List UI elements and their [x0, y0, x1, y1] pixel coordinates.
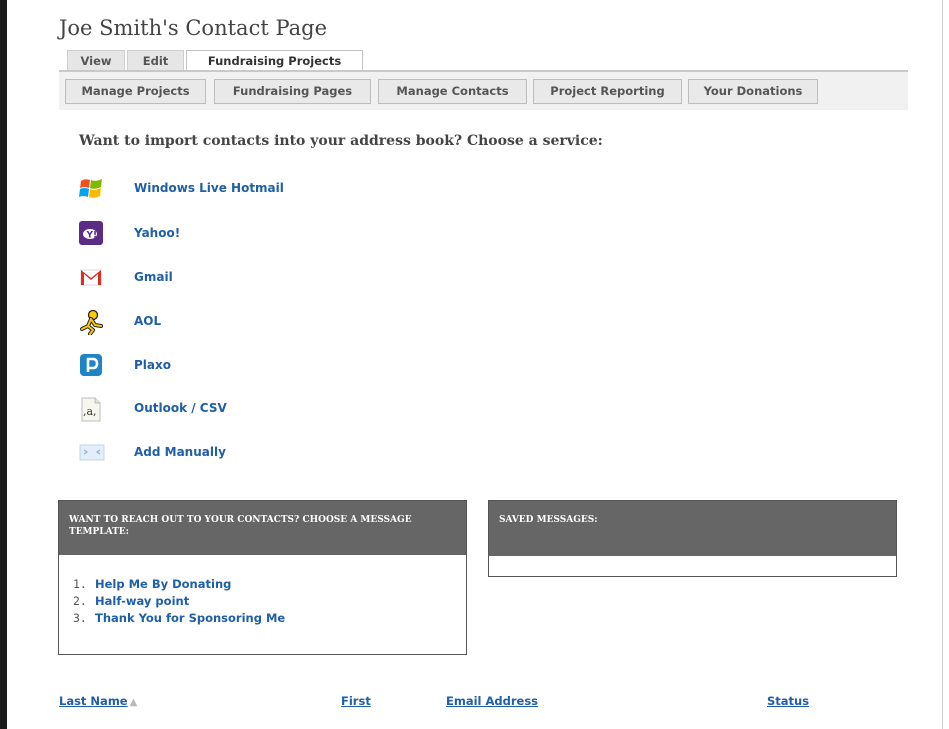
service-label: Plaxo: [134, 358, 171, 372]
service-label: Outlook / CSV: [134, 401, 227, 415]
list-item: 2. Half-way point: [73, 593, 285, 610]
template-link-half-way-point[interactable]: Half-way point: [95, 594, 189, 608]
list-number: 1.: [73, 577, 87, 591]
windows-icon: [79, 176, 103, 200]
tab-view[interactable]: View: [67, 50, 125, 71]
saved-messages-panel: SAVED MESSAGES:: [488, 500, 897, 577]
envelope-icon: [79, 440, 105, 464]
list-item: 1. Help Me By Donating: [73, 576, 285, 593]
tab-edit[interactable]: Edit: [127, 50, 184, 71]
list-item: 3. Thank You for Sponsoring Me: [73, 610, 285, 627]
column-header-first[interactable]: First: [341, 694, 371, 708]
page-title: Joe Smith's Contact Page: [59, 16, 328, 40]
manage-projects-button[interactable]: Manage Projects: [65, 79, 206, 104]
svg-text:Y!: Y!: [86, 231, 98, 241]
template-link-help-me-by-donating[interactable]: Help Me By Donating: [95, 577, 231, 591]
gmail-icon: [79, 265, 103, 289]
plaxo-icon: [79, 353, 103, 377]
template-list: 1. Help Me By Donating 2. Half-way point 3…: [73, 576, 285, 627]
fundraising-pages-button[interactable]: Fundraising Pages: [214, 79, 371, 104]
import-heading: Want to import contacts into your addres…: [79, 133, 603, 149]
template-link-thank-you-for-sponsoring-me[interactable]: Thank You for Sponsoring Me: [95, 611, 285, 625]
column-header-last-name[interactable]: Last Name ▲: [59, 694, 137, 708]
service-label: Windows Live Hotmail: [134, 181, 284, 195]
outlook-csv-icon: ,a,: [79, 396, 103, 422]
manage-contacts-button[interactable]: Manage Contacts: [378, 79, 527, 104]
column-header-status[interactable]: Status: [767, 694, 809, 708]
your-donations-button[interactable]: Your Donations: [688, 79, 818, 104]
panel-heading: WANT TO REACH OUT TO YOUR CONTACTS? CHOO…: [59, 501, 466, 555]
list-number: 2.: [73, 594, 87, 608]
right-page-border: [942, 0, 943, 729]
sort-ascending-icon: ▲: [129, 697, 138, 708]
message-templates-panel: WANT TO REACH OUT TO YOUR CONTACTS? CHOO…: [58, 500, 467, 655]
service-label: Add Manually: [134, 445, 226, 459]
aol-icon: [79, 309, 103, 336]
tab-fundraising-projects[interactable]: Fundraising Projects: [186, 50, 363, 72]
column-header-email-address[interactable]: Email Address: [446, 694, 538, 708]
service-label: Gmail: [134, 270, 173, 284]
secondary-nav: Manage Projects Fundraising Pages Manage…: [59, 70, 908, 110]
column-label: Last Name: [59, 694, 128, 708]
project-reporting-button[interactable]: Project Reporting: [533, 79, 682, 104]
panel-heading: SAVED MESSAGES:: [489, 501, 896, 556]
svg-text:,a,: ,a,: [83, 405, 97, 418]
service-label: AOL: [134, 314, 162, 328]
left-window-edge: [0, 0, 7, 729]
yahoo-icon: Y!: [79, 221, 103, 245]
list-number: 3.: [73, 611, 87, 625]
service-label: Yahoo!: [134, 226, 181, 240]
